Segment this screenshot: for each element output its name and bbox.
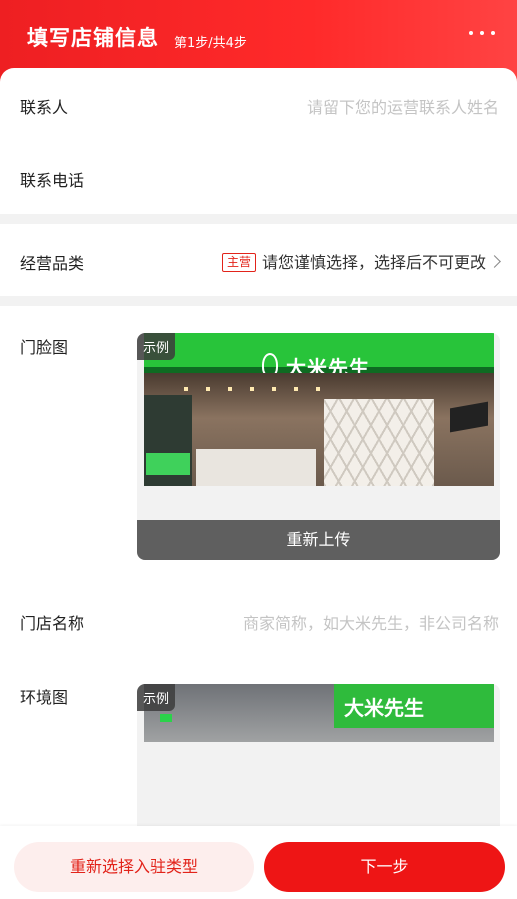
next-step-button[interactable]: 下一步: [264, 842, 505, 892]
contact-card: 联系人 请留下您的运营联系人姓名 联系电话: [0, 68, 517, 214]
bottom-action-bar: 重新选择入驻类型 下一步: [0, 826, 517, 899]
storefront-label: 门脸图: [20, 338, 69, 357]
store-name-label: 门店名称: [20, 614, 85, 633]
phone-label: 联系电话: [20, 171, 85, 190]
environment-sign: 大米先生: [344, 696, 424, 720]
category-selector[interactable]: 主营 请您谨慎选择，选择后不可更改: [221, 249, 501, 273]
example-badge: 示例: [137, 684, 176, 711]
environment-label: 环境图: [20, 688, 69, 707]
store-name-input[interactable]: 商家简称，如大米先生，非公司名称: [243, 610, 499, 634]
category-label: 经营品类: [20, 254, 85, 273]
more-dots-icon[interactable]: [469, 26, 495, 40]
environment-example-image: 大米先生: [144, 684, 494, 742]
main-category-tag: 主营: [221, 253, 256, 272]
page-title: 填写店铺信息: [27, 26, 159, 50]
phone-row[interactable]: 联系电话: [0, 140, 517, 214]
step-indicator: 第1步/共4步: [174, 36, 247, 51]
storefront-upload[interactable]: 示例 大米先生 重新上传: [137, 333, 500, 560]
category-card[interactable]: 经营品类 主营 请您谨慎选择，选择后不可更改: [0, 224, 517, 296]
category-hint: 请您谨慎选择，选择后不可更改: [261, 253, 486, 272]
example-badge: 示例: [137, 333, 176, 360]
contact-input[interactable]: 请留下您的运营联系人姓名: [307, 94, 499, 118]
chevron-right-icon: [488, 255, 501, 268]
reselect-type-button[interactable]: 重新选择入驻类型: [14, 842, 254, 892]
contact-row[interactable]: 联系人 请留下您的运营联系人姓名: [0, 68, 517, 140]
store-photos-card: 门脸图 示例 大米先生 重新上传 门店名称 商家简称，如大米先生，非公司名称 环…: [0, 306, 517, 866]
reupload-button[interactable]: 重新上传: [137, 520, 500, 560]
contact-label: 联系人: [20, 98, 69, 117]
storefront-example-image: 大米先生: [144, 333, 494, 486]
